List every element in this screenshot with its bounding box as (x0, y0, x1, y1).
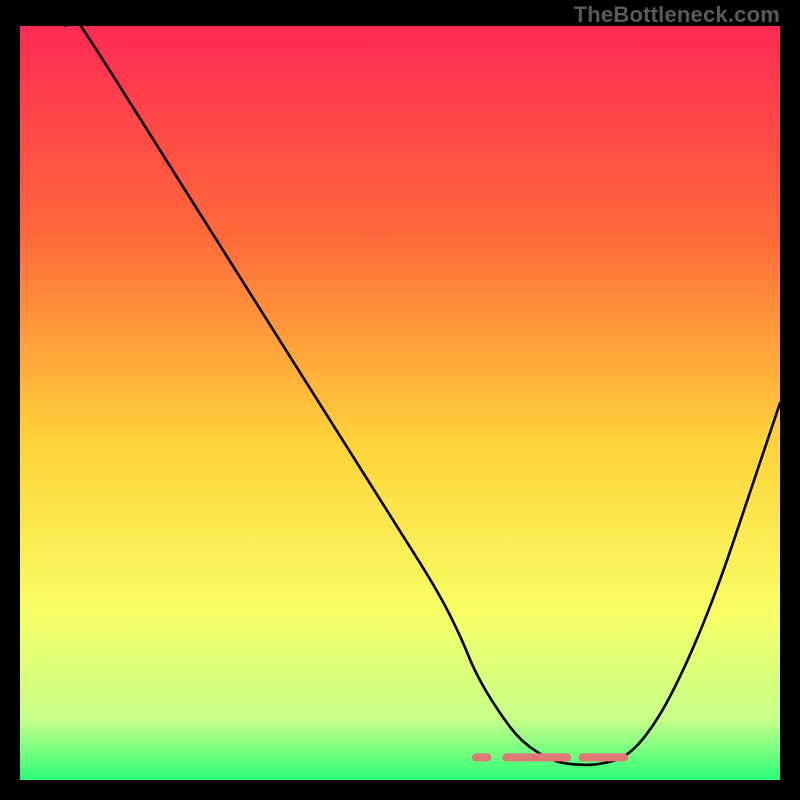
watermark-text: TheBottleneck.com (574, 2, 780, 28)
gradient-background (20, 26, 780, 780)
bottleneck-chart (20, 26, 780, 780)
chart-container: TheBottleneck.com (0, 0, 800, 800)
